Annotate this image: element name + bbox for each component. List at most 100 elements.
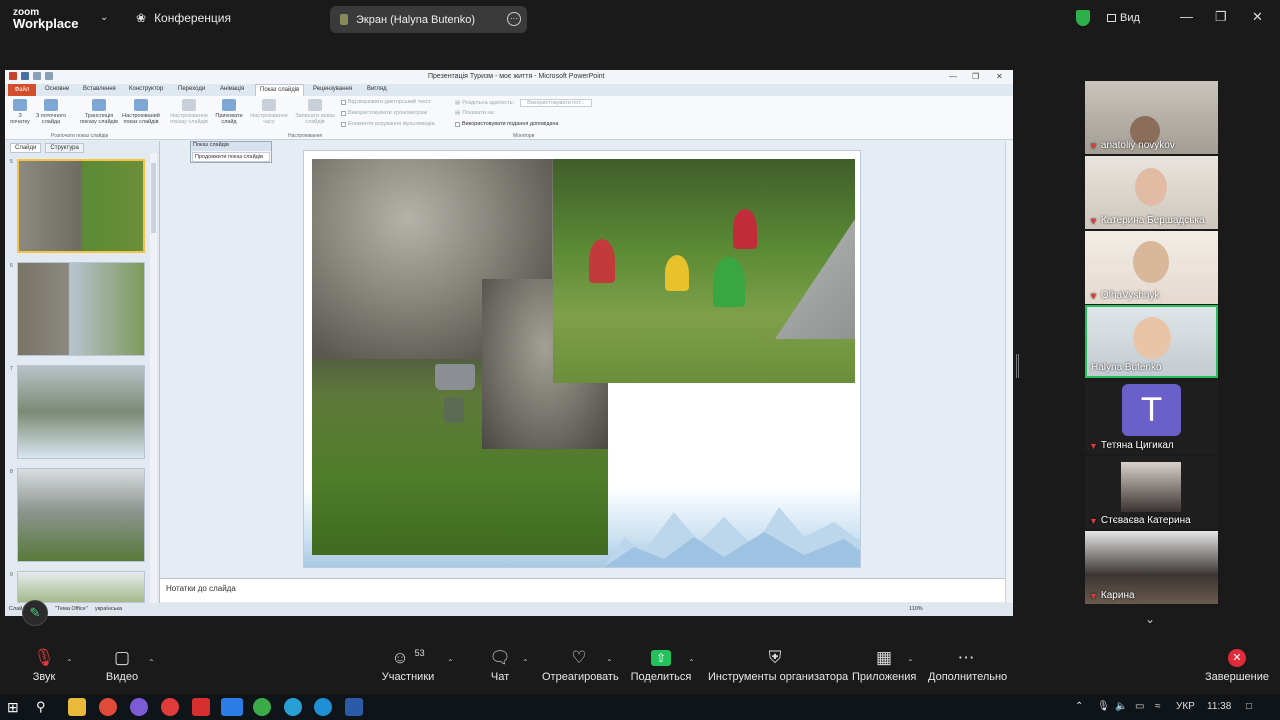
ppt-restore-icon[interactable]: ❐: [972, 72, 979, 81]
participants-button[interactable]: ☺ 53 Участники: [378, 644, 438, 683]
continue-slideshow-button[interactable]: Продовжити показ слайдів: [192, 152, 270, 162]
chevron-down-icon[interactable]: ⌄: [100, 12, 108, 23]
tab-slideshow[interactable]: Показ слайдів: [255, 84, 305, 96]
tab-view[interactable]: Вигляд: [367, 86, 387, 92]
save-icon[interactable]: [21, 72, 29, 80]
video-button[interactable]: ▢ Видео: [100, 644, 144, 683]
media-checkbox[interactable]: Елементи керування мультимедіа: [341, 121, 435, 127]
view-button[interactable]: Вид: [1107, 12, 1140, 24]
participant-tile[interactable]: ▼ Стєваєва Катерина: [1085, 456, 1218, 529]
more-options-icon[interactable]: ···: [507, 12, 521, 26]
wifi-icon[interactable]: ≈: [1155, 701, 1161, 712]
tab-animations[interactable]: Анімація: [220, 86, 244, 92]
tab-review[interactable]: Рецензування: [313, 86, 352, 92]
slide-thumbnail-8[interactable]: [17, 468, 145, 562]
microphone-tray-icon[interactable]: 🎙: [1097, 701, 1110, 712]
participant-tile-active-speaker[interactable]: Halyna Butenko: [1085, 305, 1218, 378]
telegram-icon[interactable]: [284, 698, 302, 716]
editor-scrollbar[interactable]: [1005, 141, 1013, 603]
end-meeting-button[interactable]: ✕ Завершение: [1204, 644, 1270, 683]
undo-icon[interactable]: [33, 72, 41, 80]
hide-slide-button[interactable]: Приховати слайд: [211, 99, 247, 125]
participant-tile[interactable]: ▼ anatoliy novykov: [1085, 81, 1218, 154]
presenter-view-checkbox[interactable]: Використовувати подання доповідача: [455, 121, 558, 127]
notes-area[interactable]: Нотатки до слайда: [160, 578, 1005, 602]
show-on-select[interactable]: ▤ Показати на:: [455, 110, 495, 116]
ppt-close-icon[interactable]: ✕: [996, 72, 1003, 81]
audio-options-caret[interactable]: ⌃: [66, 658, 73, 667]
windows-start-icon[interactable]: ⊞: [7, 698, 25, 716]
host-tools-button[interactable]: ⛨ Инструменты организатора: [708, 644, 848, 683]
from-start-button[interactable]: З початку: [8, 99, 32, 125]
chrome-alt-icon[interactable]: [253, 698, 271, 716]
tab-insert[interactable]: Вставлення: [83, 86, 116, 92]
video-options-caret[interactable]: ⌃: [148, 658, 155, 667]
slide-photo-hikers[interactable]: [553, 159, 855, 383]
battery-icon[interactable]: ▭: [1135, 701, 1144, 712]
main-slide[interactable]: [303, 150, 861, 568]
participant-name-row: Halyna Butenko: [1091, 362, 1162, 373]
zoom-app-icon[interactable]: [221, 698, 243, 716]
record-button[interactable]: Записати показ слайдів: [295, 99, 335, 125]
participants-options-caret[interactable]: ⌃: [447, 658, 454, 667]
restore-icon[interactable]: ❐: [1215, 9, 1227, 25]
broadcast-button[interactable]: Трансляція показу слайдів: [79, 99, 119, 125]
file-explorer-icon[interactable]: [68, 698, 86, 716]
slide-thumbnail-9[interactable]: [17, 571, 145, 603]
clock[interactable]: 11:38: [1207, 701, 1231, 712]
language-indicator[interactable]: УКР: [1176, 701, 1195, 712]
apps-options-caret[interactable]: ⌃: [907, 658, 914, 667]
notifications-icon[interactable]: □: [1246, 701, 1252, 712]
redo-icon[interactable]: [45, 72, 53, 80]
scroll-thumb[interactable]: [151, 163, 156, 233]
narration-checkbox[interactable]: Відтворювати дикторський текст: [341, 99, 431, 105]
share-options-caret[interactable]: ⌃: [688, 658, 695, 667]
panel-resize-handle[interactable]: [1016, 354, 1019, 378]
annotate-pen-icon[interactable]: ✎: [22, 600, 48, 626]
participant-tile[interactable]: T ▼ Тетяна Цигикал: [1085, 381, 1218, 454]
tab-home[interactable]: Основне: [45, 86, 69, 92]
chat-options-caret[interactable]: ⌃: [522, 658, 529, 667]
tab-slides[interactable]: Слайди: [10, 143, 42, 153]
edge-icon[interactable]: [314, 698, 332, 716]
screen-share-indicator[interactable]: Экран (Halyna Butenko) ···: [330, 6, 527, 33]
custom-show-button[interactable]: Настроюваний показ слайдів: [119, 99, 163, 125]
more-button[interactable]: ⋯ Дополнительно: [928, 644, 1007, 683]
opera-icon[interactable]: [161, 698, 179, 716]
acrobat-icon[interactable]: [192, 698, 210, 716]
tab-outline[interactable]: Структура: [45, 143, 84, 153]
viber-icon[interactable]: [130, 698, 148, 716]
slide-thumbnail-5[interactable]: [17, 159, 145, 253]
tab-design[interactable]: Конструктор: [129, 86, 163, 92]
slide-thumbnail-6[interactable]: [17, 262, 145, 356]
word-icon[interactable]: [345, 698, 363, 716]
tab-file[interactable]: Файл: [8, 84, 36, 96]
search-icon[interactable]: ⚲: [36, 698, 54, 716]
status-zoom[interactable]: 110%: [909, 606, 923, 612]
participant-tile[interactable]: ▼ OlhaVyshnyk: [1085, 231, 1218, 304]
conference-menu[interactable]: ❀ Конференция: [136, 11, 231, 25]
rehearse-button[interactable]: Настроювання часу: [249, 99, 289, 125]
share-button[interactable]: ⇧ Поделиться: [630, 644, 692, 683]
minimize-icon[interactable]: —: [1180, 9, 1193, 24]
tray-chevron-icon[interactable]: ⌃: [1075, 701, 1083, 712]
chrome-icon[interactable]: [99, 698, 117, 716]
audio-button[interactable]: 🎙 Звук: [24, 644, 64, 683]
tab-transitions[interactable]: Переходи: [178, 86, 205, 92]
close-icon[interactable]: ✕: [1252, 9, 1263, 25]
volume-icon[interactable]: 🔈: [1115, 701, 1127, 712]
chat-button[interactable]: 🗨 Чат: [480, 644, 520, 683]
timings-checkbox[interactable]: Використовувати хронометраж: [341, 110, 427, 116]
slide-thumbnail-7[interactable]: [17, 365, 145, 459]
react-button[interactable]: ♡ Отреагировать: [542, 644, 619, 683]
security-shield-icon[interactable]: [1076, 10, 1090, 26]
chevron-down-icon[interactable]: ⌄: [1145, 612, 1155, 626]
setup-show-button[interactable]: Настроювання показу слайдів: [169, 99, 209, 125]
slides-scrollbar[interactable]: [150, 153, 157, 603]
participant-tile[interactable]: ▼ Карина: [1085, 531, 1218, 604]
resolution-select[interactable]: ▤ Роздільна здатність: Використовувати пот…: [455, 99, 592, 107]
react-options-caret[interactable]: ⌃: [606, 658, 613, 667]
participant-tile[interactable]: ▼ Катерина Бершадська: [1085, 156, 1218, 229]
ppt-minimize-icon[interactable]: —: [949, 72, 957, 81]
from-current-button[interactable]: З поточного слайда: [35, 99, 67, 125]
